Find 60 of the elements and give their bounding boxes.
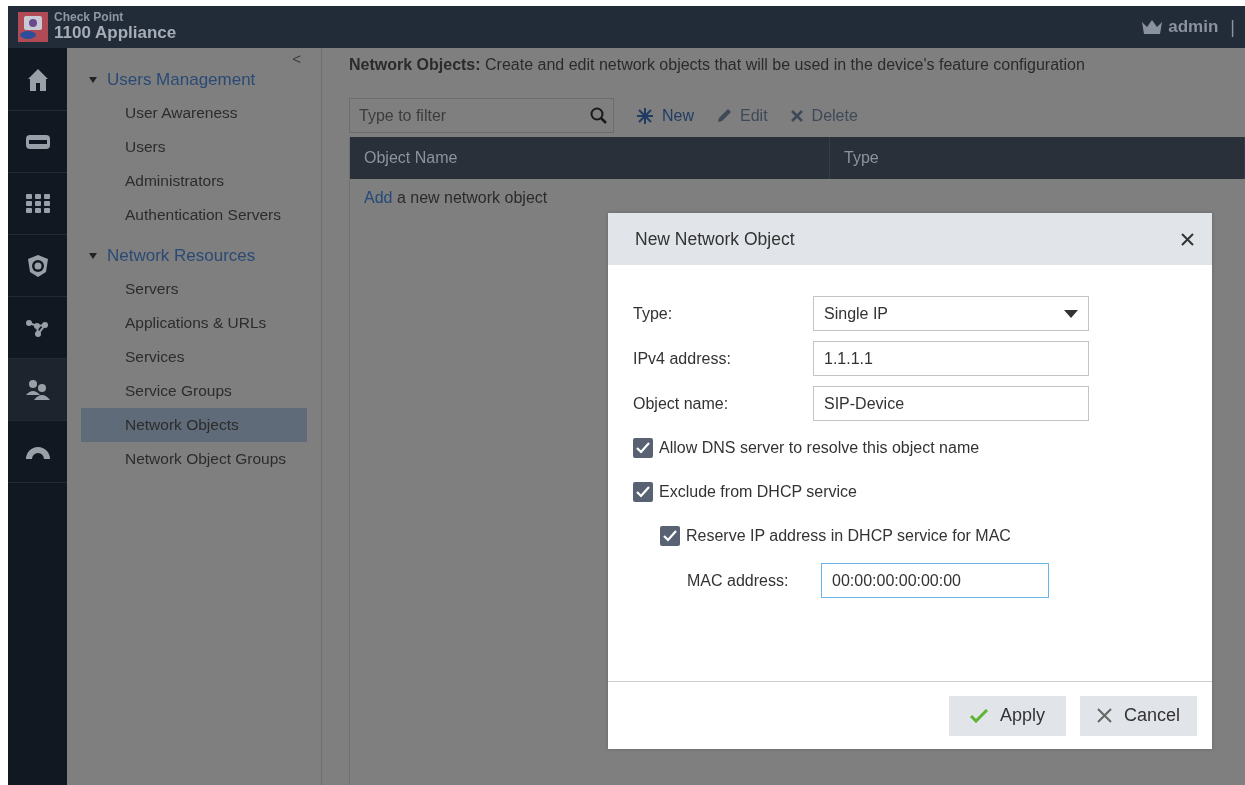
dialog-title: New Network Object [635, 228, 795, 250]
sidebar-item[interactable]: Services [81, 340, 307, 374]
input-field[interactable]: SIP-Device [813, 386, 1089, 421]
checkbox[interactable] [660, 526, 680, 546]
sidebar-item[interactable]: Network Object Groups [81, 442, 307, 476]
sidebar-item[interactable]: Servers [81, 272, 307, 306]
caret-icon[interactable] [89, 253, 97, 259]
home-icon [26, 67, 49, 92]
field-label: IPv4 address: [633, 349, 732, 368]
checkbox[interactable] [633, 438, 653, 458]
add-link[interactable]: Add [364, 189, 393, 206]
field-label: Object name: [633, 394, 730, 413]
sidebar-item[interactable]: Authentication Servers [81, 198, 307, 232]
column-header: Object Name [350, 137, 830, 179]
crown-icon [1142, 20, 1163, 34]
sidebar-item[interactable]: Network Objects [81, 408, 307, 442]
cancel-button[interactable]: Cancel [1080, 695, 1197, 736]
input-field[interactable]: 1.1.1.1 [813, 341, 1089, 376]
check-icon [970, 708, 988, 723]
brand-name: Check Point [54, 11, 125, 25]
caret-icon[interactable] [89, 77, 97, 83]
field-label: MAC address: [687, 571, 790, 590]
input-field[interactable]: 00:00:00:00:00:00 [821, 563, 1049, 598]
close-icon [1097, 708, 1112, 723]
checkbox[interactable] [633, 482, 653, 502]
logo-icon [18, 12, 48, 42]
device-icon [25, 134, 50, 149]
sidebar-group[interactable]: Users Management [107, 70, 256, 90]
gauge-icon [24, 444, 51, 459]
new-button[interactable]: New [636, 106, 694, 125]
sidebar-item[interactable]: Service Groups [81, 374, 307, 408]
checkbox-label: Allow DNS server to resolve this object name [659, 439, 980, 457]
page-description: Network Objects: Create and edit network objects that will be used in the device's feature configuration [349, 56, 1086, 74]
caret-icon [1064, 309, 1078, 318]
network-icon [24, 317, 51, 338]
close-icon[interactable] [1181, 232, 1194, 246]
field-label: Type: [633, 304, 674, 323]
shield-icon [26, 253, 49, 278]
product-name: 1100 Appliance [54, 24, 177, 43]
empty-message: Add a new network object [363, 188, 549, 208]
search-icon[interactable] [590, 107, 607, 124]
grid-icon [25, 193, 50, 214]
apply-button[interactable]: Apply [949, 695, 1066, 736]
sidebar-item[interactable]: Users [81, 130, 307, 164]
sidebar-item[interactable]: Administrators [81, 164, 307, 198]
collapse-toggle[interactable]: < [292, 50, 301, 67]
checkbox-label: Exclude from DHCP service [659, 483, 857, 501]
column-header: Type [830, 137, 1245, 179]
sparkle-icon [636, 106, 654, 125]
filter-field[interactable]: Type to filter [349, 98, 614, 133]
type-select[interactable]: Single IP [813, 296, 1089, 331]
users-icon [24, 378, 51, 401]
checkbox-label: Reserve IP address in DHCP service for MAC [686, 527, 1011, 545]
sidebar-item[interactable]: User Awareness [81, 96, 307, 130]
sidebar-group[interactable]: Network Resources [107, 246, 256, 266]
separator: | [1230, 16, 1235, 38]
user-name[interactable]: admin [1168, 17, 1219, 37]
sidebar-item[interactable]: Applications & URLs [81, 306, 307, 340]
close-icon [789, 108, 804, 123]
pencil-icon [716, 107, 732, 124]
